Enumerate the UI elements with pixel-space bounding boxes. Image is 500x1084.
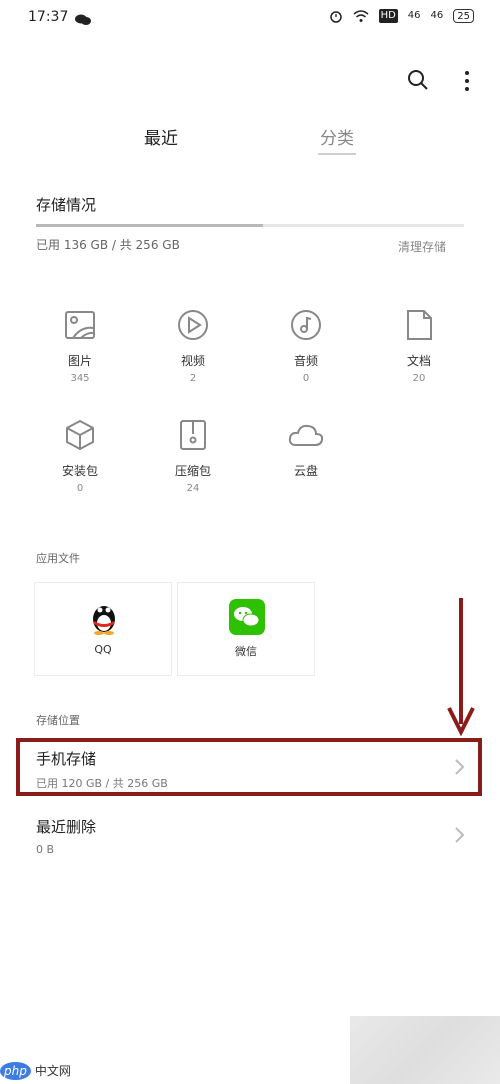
tab-indicator xyxy=(318,153,356,155)
signal-1: 46 xyxy=(407,10,421,21)
category-label: 云盘 xyxy=(293,464,318,478)
app-label: QQ xyxy=(94,643,112,656)
logo-php: php xyxy=(0,1062,31,1080)
highlight-box xyxy=(16,738,482,796)
tab-recent[interactable]: 最近 xyxy=(144,124,178,149)
chevron-right-icon[interactable] xyxy=(454,826,466,844)
image-icon xyxy=(65,311,95,339)
category-count: 345 xyxy=(70,373,90,384)
package-cube-icon xyxy=(66,419,94,451)
category-count: 20 xyxy=(412,373,426,384)
alarm-icon xyxy=(329,11,342,23)
app-label: 微信 xyxy=(235,645,257,658)
hd-badge: HD xyxy=(378,9,398,23)
category-video[interactable]: 视频 2 xyxy=(143,308,243,384)
storage-usage: 已用 136 GB / 共 256 GB xyxy=(36,238,180,252)
app-files-title: 应用文件 xyxy=(36,552,80,565)
footer-logo: php 中文网 xyxy=(0,1060,71,1084)
logo-cn: 中文网 xyxy=(34,1064,71,1078)
category-label: 图片 xyxy=(67,354,92,368)
battery-icon: 25 xyxy=(453,9,474,23)
recently-deleted-item[interactable]: 最近删除 0 B xyxy=(36,816,96,856)
category-count: 0 xyxy=(76,483,84,494)
document-icon xyxy=(407,310,432,340)
location-title: 最近删除 xyxy=(36,818,97,836)
category-count: 0 xyxy=(302,373,310,384)
clean-storage-button[interactable]: 清理存储 xyxy=(398,238,446,255)
category-label: 文档 xyxy=(406,354,431,368)
category-images[interactable]: 图片 345 xyxy=(30,308,130,384)
storage-title: 存储情况 xyxy=(36,196,97,214)
video-play-icon xyxy=(178,310,208,340)
category-label: 压缩包 xyxy=(174,464,211,478)
app-card-wechat[interactable]: 微信 xyxy=(177,582,315,676)
category-archives[interactable]: 压缩包 24 xyxy=(143,418,243,494)
category-count: 24 xyxy=(186,483,200,494)
wechat-icon xyxy=(229,599,265,635)
zip-file-icon xyxy=(180,420,206,450)
signal-2: 46 xyxy=(430,10,444,21)
storage-locations-title: 存储位置 xyxy=(36,714,80,727)
qq-penguin-icon xyxy=(93,606,115,635)
annotation-arrow-icon xyxy=(446,596,476,737)
music-note-icon xyxy=(291,310,321,340)
status-icons: HD 46 46 25 xyxy=(329,9,474,23)
search-icon[interactable] xyxy=(406,68,430,92)
category-documents[interactable]: 文档 20 xyxy=(369,308,469,384)
category-cloud[interactable]: 云盘 xyxy=(256,418,356,479)
category-label: 安装包 xyxy=(61,464,98,478)
cloud-icon xyxy=(288,424,324,446)
wechat-notification-icon xyxy=(75,11,91,30)
category-label: 音频 xyxy=(293,354,318,368)
storage-bar-fill xyxy=(36,224,263,227)
wifi-icon xyxy=(353,9,369,22)
category-count: 2 xyxy=(189,373,197,384)
category-label: 视频 xyxy=(180,354,205,368)
tab-category[interactable]: 分类 xyxy=(320,124,354,149)
blurred-region xyxy=(350,1016,500,1084)
category-audio[interactable]: 音频 0 xyxy=(256,308,356,384)
more-vertical-icon[interactable] xyxy=(462,70,472,92)
category-packages[interactable]: 安装包 0 xyxy=(30,418,130,494)
app-card-qq[interactable]: QQ xyxy=(34,582,172,676)
location-subtitle: 0 B xyxy=(36,843,55,856)
status-time: 17:37 xyxy=(28,9,69,25)
